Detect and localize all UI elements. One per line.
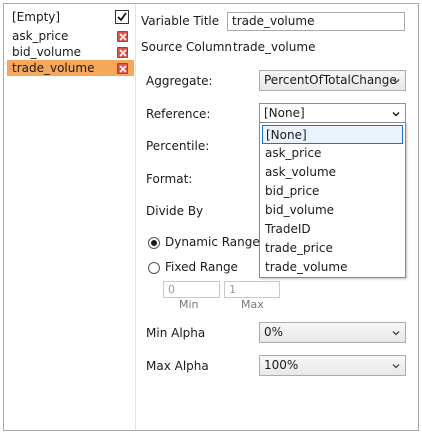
dynamic-range-label: Dynamic Range	[165, 235, 260, 249]
variable-title-label: Variable Title	[141, 14, 220, 28]
delete-button[interactable]	[117, 31, 128, 42]
max-caption: Max	[241, 298, 264, 311]
checkbox[interactable]	[115, 10, 129, 24]
min-caption: Min	[179, 298, 199, 311]
list-item-label: [Empty]	[12, 10, 61, 24]
dropdown-option-trade-volume[interactable]: trade_volume	[262, 258, 403, 277]
percentile-label: Percentile:	[146, 139, 210, 153]
panel-divider	[135, 4, 136, 430]
reference-select[interactable]: [None]	[259, 103, 406, 124]
dropdown-option-none[interactable]: [None]	[262, 125, 403, 144]
delete-button[interactable]	[117, 47, 128, 58]
min-alpha-select-value: 0%	[264, 325, 284, 339]
close-icon	[119, 49, 127, 57]
fixed-range-label: Fixed Range	[165, 260, 238, 274]
variable-list: [Empty] ask_price bid_volume trade_volum…	[6, 6, 134, 428]
max-alpha-select-value: 100%	[264, 358, 299, 372]
reference-dropdown-list: [None] ask_price ask_volume bid_price bi…	[259, 122, 406, 278]
dropdown-option-trade-price[interactable]: trade_price	[262, 239, 403, 258]
aggregate-select-value: PercentOfTotalChange	[264, 73, 397, 87]
variable-title-input[interactable]: trade_volume	[227, 12, 405, 31]
max-alpha-label: Max Alpha	[146, 359, 209, 373]
reference-label: Reference:	[146, 107, 211, 121]
fixed-range-radio[interactable]	[148, 262, 160, 274]
min-alpha-label: Min Alpha	[146, 326, 206, 340]
reference-select-value: [None]	[264, 106, 305, 120]
list-item-label: ask_price	[12, 29, 69, 43]
dropdown-option-tradeid[interactable]: TradeID	[262, 220, 403, 239]
max-range-input[interactable]: 1	[224, 281, 280, 298]
list-item-label: trade_volume	[12, 61, 95, 75]
divide-by-label: Divide By	[146, 204, 204, 218]
chevron-down-icon	[392, 111, 400, 117]
dropdown-option-ask-volume[interactable]: ask_volume	[262, 163, 403, 182]
checkmark-icon	[115, 10, 129, 24]
chevron-down-icon	[392, 79, 400, 84]
close-icon	[119, 65, 127, 73]
dropdown-option-ask-price[interactable]: ask_price	[262, 144, 403, 163]
source-column-value: trade_volume	[233, 40, 316, 54]
format-label: Format:	[146, 172, 193, 186]
dropdown-option-bid-volume[interactable]: bid_volume	[262, 201, 403, 220]
chevron-down-icon	[392, 364, 400, 369]
close-icon	[119, 33, 127, 41]
list-item-empty[interactable]: [Empty]	[7, 9, 134, 25]
chevron-down-icon	[392, 331, 400, 336]
min-range-input[interactable]: 0	[163, 281, 220, 298]
dropdown-option-bid-price[interactable]: bid_price	[262, 182, 403, 201]
list-item-label: bid_volume	[12, 45, 82, 59]
list-item-bid-volume[interactable]: bid_volume	[7, 44, 134, 60]
list-item-ask-price[interactable]: ask_price	[7, 28, 134, 44]
aggregate-label: Aggregate:	[146, 74, 213, 88]
source-column-label: Source Column	[141, 40, 232, 54]
max-alpha-select[interactable]: 100%	[259, 355, 406, 376]
delete-button[interactable]	[117, 63, 128, 74]
dynamic-range-radio[interactable]	[148, 237, 160, 249]
list-item-trade-volume[interactable]: trade_volume	[7, 60, 134, 76]
aggregate-select[interactable]: PercentOfTotalChange	[259, 70, 406, 91]
min-alpha-select[interactable]: 0%	[259, 322, 406, 343]
